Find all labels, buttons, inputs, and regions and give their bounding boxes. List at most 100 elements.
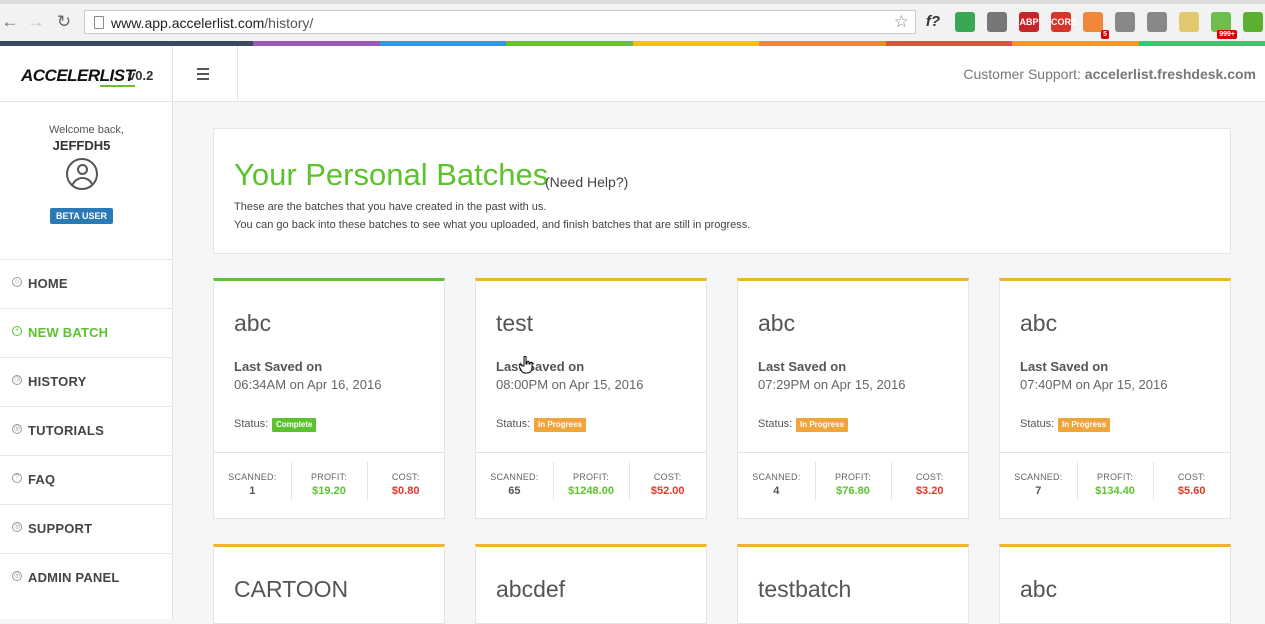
stat-label: PROFIT: — [1077, 472, 1154, 482]
hubspot-icon[interactable]: 5 — [1083, 12, 1103, 32]
stat-value: 1 — [214, 485, 291, 497]
stat-label: SCANNED: — [214, 472, 291, 482]
extension-badge: 999+ — [1217, 30, 1237, 39]
back-icon[interactable]: ← — [0, 12, 20, 32]
hand-cursor-icon — [519, 356, 533, 374]
question-icon: ? — [12, 473, 22, 483]
honey-icon[interactable] — [1179, 12, 1199, 32]
stat-scanned: SCANNED:65 — [476, 453, 553, 519]
stat-value: $52.00 — [629, 485, 706, 497]
page-title: Your Personal Batches — [234, 157, 548, 193]
sidebar-item-label: FAQ — [28, 472, 55, 487]
forward-icon[interactable]: → — [26, 12, 46, 32]
formula-f-icon[interactable]: f? — [923, 12, 943, 32]
customer-support: Customer Support: accelerlist.freshdesk.… — [963, 66, 1256, 82]
admin-icon: ◎ — [12, 571, 22, 581]
stat-label: SCANNED: — [476, 472, 553, 482]
ghostery-icon[interactable] — [1115, 12, 1135, 32]
status-badge: In Progress — [534, 418, 586, 432]
reload-icon[interactable]: ↻ — [54, 12, 74, 32]
last-saved-label: Last Saved on — [234, 359, 322, 374]
stat-value: $19.20 — [291, 485, 368, 497]
batch-card[interactable]: testbatch — [737, 544, 969, 624]
last-saved-label: Last Saved on — [758, 359, 846, 374]
stat-value: 4 — [738, 485, 815, 497]
app-version: v0.2 — [128, 68, 153, 83]
batch-stats: SCANNED:65PROFIT:$1248.00COST: $52.00 — [476, 452, 706, 519]
batch-name[interactable]: abc — [1020, 576, 1057, 603]
batch-name[interactable]: abcdef — [496, 576, 565, 603]
cast-icon[interactable] — [987, 12, 1007, 32]
url-host: www.app.accelerlist.com — [111, 15, 264, 31]
stat-cost: COST: $52.00 — [629, 453, 706, 519]
batch-card[interactable]: abcLast Saved on07:29PM on Apr 15, 2016S… — [737, 278, 969, 519]
support-link[interactable]: accelerlist.freshdesk.com — [1085, 66, 1256, 82]
settings-ext-icon[interactable] — [1147, 12, 1167, 32]
last-saved-label: Last Saved on — [496, 359, 584, 374]
stat-cost: COST: $3.20 — [891, 453, 968, 519]
need-help-link[interactable]: (Need Help?) — [545, 174, 628, 190]
batch-stats: SCANNED:4PROFIT:$76.80COST:$3.20 — [738, 452, 968, 519]
sidebar-item-tutorials[interactable]: ◎ TUTORIALS — [0, 406, 173, 455]
stat-value: $0.80 — [367, 485, 444, 497]
status-badge: In Progress — [1058, 418, 1110, 432]
clock-icon: ◷ — [12, 375, 22, 385]
stat-label: SCANNED: — [1000, 472, 1077, 482]
batch-card[interactable]: abcdef — [475, 544, 707, 624]
batch-name[interactable]: testbatch — [758, 576, 851, 603]
logo[interactable]: ACCELERLIST — [21, 66, 135, 86]
status-label: Status: — [234, 418, 268, 430]
stat-value: $3.20 — [891, 485, 968, 497]
stat-label: PROFIT: — [815, 472, 892, 482]
last-saved-date: 06:34AM on Apr 16, 2016 — [234, 377, 381, 392]
sidebar-item-home[interactable]: ⌂ HOME — [0, 259, 173, 308]
sidebar-item-history[interactable]: ◷ HISTORY — [0, 357, 173, 406]
batch-card[interactable]: abcLast Saved on07:40PM on Apr 15, 2016S… — [999, 278, 1231, 519]
batch-name[interactable]: abc — [234, 310, 271, 337]
avatar-body — [71, 177, 94, 190]
tutorial-icon: ◎ — [12, 424, 22, 434]
stat-label: COST: — [629, 472, 706, 482]
sidebar-item-label: TUTORIALS — [28, 423, 104, 438]
batch-name[interactable]: CARTOON — [234, 576, 348, 603]
plus-circle-icon: + — [12, 326, 22, 336]
sidebar-item-faq[interactable]: ? FAQ — [0, 455, 173, 504]
sidebar-item-label: SUPPORT — [28, 521, 92, 536]
address-bar[interactable]: www.app.accelerlist.com/history/ ☆ — [84, 10, 916, 34]
menu-toggle-icon[interactable] — [197, 68, 211, 80]
sidebar-item-new-batch[interactable]: +NEW BATCH — [0, 308, 173, 357]
batch-card[interactable]: testLast Saved on08:00PM on Apr 15, 2016… — [475, 278, 707, 519]
batch-card[interactable]: abc — [999, 544, 1231, 624]
batch-name[interactable]: abc — [758, 310, 795, 337]
status-label: Status: — [1020, 418, 1054, 430]
adblock-plus-icon[interactable]: ABP — [1019, 12, 1039, 32]
last-saved-date: 07:40PM on Apr 15, 2016 — [1020, 377, 1167, 392]
stat-profit: PROFIT:$1248.00 — [553, 453, 630, 519]
batch-name[interactable]: abc — [1020, 310, 1057, 337]
peace-icon[interactable]: 999+ — [1211, 12, 1231, 32]
batch-name[interactable]: test — [496, 310, 533, 337]
url-text[interactable]: www.app.accelerlist.com/history/ — [111, 15, 313, 31]
stat-label: COST: — [891, 472, 968, 482]
sidebar-item-admin-panel[interactable]: ◎ADMIN PANEL — [0, 553, 173, 602]
batch-card[interactable]: abc Last Saved on 06:34AM on Apr 16, 2016 S… — [213, 278, 445, 519]
stat-label: PROFIT: — [553, 472, 630, 482]
sidebar-item-label: HISTORY — [28, 374, 86, 389]
extension-badge: 5 — [1101, 30, 1109, 39]
page-icon — [94, 16, 104, 29]
bookmark-star-icon[interactable]: ☆ — [894, 13, 909, 31]
avatar — [66, 158, 98, 190]
stat-label: PROFIT: — [291, 472, 368, 482]
sidebar-item-label: HOME — [28, 276, 68, 291]
last-saved-date: 07:29PM on Apr 15, 2016 — [758, 377, 905, 392]
chrome-menu-icon[interactable] — [1243, 12, 1263, 32]
cors-icon[interactable]: CORS — [1051, 12, 1071, 32]
browser-tab-strip[interactable] — [0, 0, 1265, 4]
sidebar-item-support[interactable]: ◎SUPPORT — [0, 504, 173, 553]
avatar-head — [77, 164, 88, 175]
stat-profit: PROFIT: $19.20 — [291, 453, 368, 519]
batch-card[interactable]: CARTOON — [213, 544, 445, 624]
support-label: Customer Support: — [963, 66, 1081, 82]
hangouts-icon[interactable] — [955, 12, 975, 32]
home-icon: ⌂ — [12, 277, 22, 287]
